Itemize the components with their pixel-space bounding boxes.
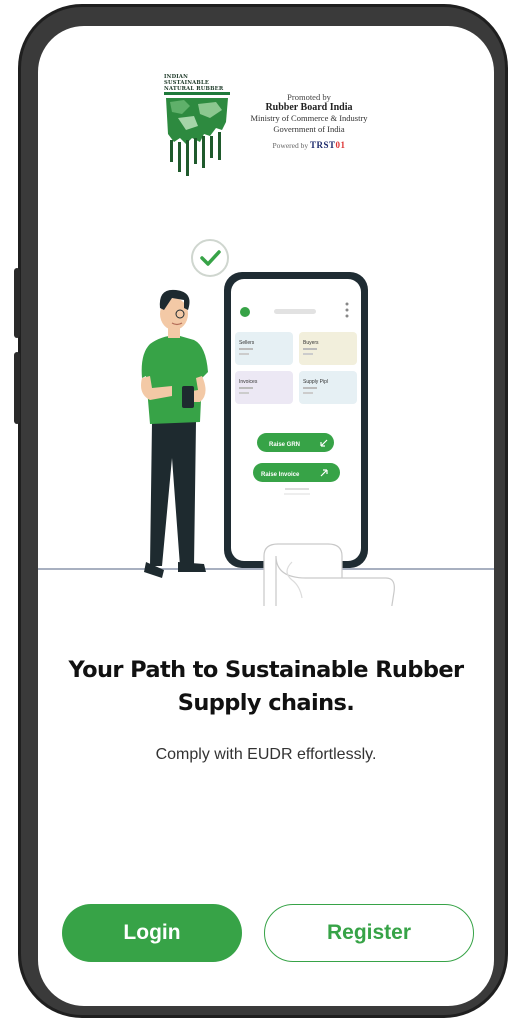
ministry-name: Ministry of Commerce & Industry (250, 113, 368, 123)
government-name: Government of India (273, 123, 345, 134)
promoted-by-label: Promoted by (287, 92, 331, 102)
phone-status-dot (240, 307, 250, 317)
forest-map-icon (164, 92, 230, 176)
person-figure (141, 289, 208, 578)
phone-device: Sellers Buyers Invoices Supply Pipl Rais… (224, 272, 368, 568)
register-button[interactable]: Register (264, 904, 474, 962)
supply-pipl-card-label: Supply Pipl (303, 379, 328, 385)
subheadline: Comply with EUDR effortlessly. (155, 746, 377, 763)
buyers-card-label: Buyers (303, 340, 319, 346)
trst01-logo-part1: TRST (309, 140, 336, 150)
raise-invoice-label: Raise Invoice (261, 472, 300, 478)
headline: Your Path to Sustainable Rubber Supply c… (68, 657, 464, 716)
powered-by-label: Powered by (272, 141, 309, 150)
volume-down-button (14, 352, 20, 424)
trst01-logo: TRST01 (310, 140, 346, 150)
app-screen: INDIAN SUSTAINABLE NATURAL RUBBER Promot… (38, 26, 494, 1006)
check-badge-icon (191, 239, 229, 277)
promotion-block: Promoted by Rubber Board India Ministry … (234, 92, 384, 152)
indian-sustainable-rubber-logo: INDIAN SUSTAINABLE NATURAL RUBBER (164, 74, 230, 176)
login-button[interactable]: Login (62, 904, 242, 962)
rubber-board-name: Rubber Board India (265, 101, 353, 113)
hero-illustration: Sellers Buyers Invoices Supply Pipl Rais… (38, 239, 494, 606)
phone-menu-icon (345, 302, 349, 318)
sellers-card-label: Sellers (239, 340, 255, 346)
receipt-paper (263, 543, 395, 606)
logo-text-line1: INDIAN SUSTAINABLE (164, 74, 209, 86)
volume-up-button (14, 268, 20, 338)
invoices-card-label: Invoices (239, 379, 258, 385)
powered-by-line: Powered by TRST01 (234, 140, 384, 152)
raise-grn-label: Raise GRN (269, 442, 300, 448)
trst01-logo-part2: 01 (335, 140, 346, 150)
